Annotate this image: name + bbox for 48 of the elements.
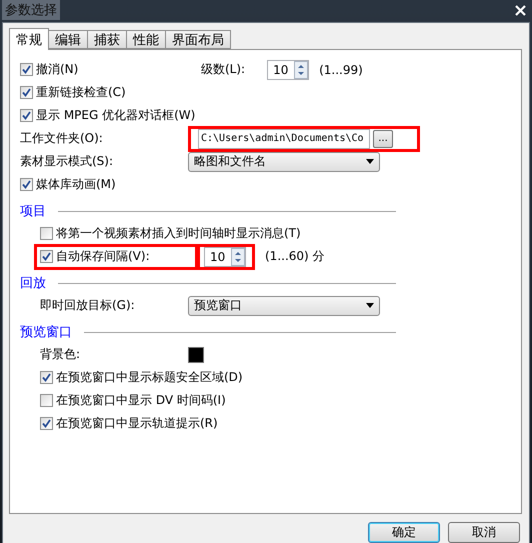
browse-button[interactable]: ... xyxy=(373,130,393,148)
tab[interactable]: 界面布局 xyxy=(165,30,231,49)
field-label: 素材显示模式(S): xyxy=(20,153,114,170)
checkbox-label: 媒体库动画(M) xyxy=(36,176,116,193)
range-label: (1...60) 分 xyxy=(265,248,325,265)
checkbox[interactable] xyxy=(20,178,33,191)
dropdown[interactable]: 略图和文件名 xyxy=(188,152,380,172)
tab[interactable]: 常规 xyxy=(9,28,49,50)
checkbox[interactable] xyxy=(40,394,53,407)
field-label: 工作文件夹(O): xyxy=(20,130,103,147)
tab[interactable]: 捕获 xyxy=(87,30,127,49)
checkbox-label: 在预览窗口中显示 DV 时间码(I) xyxy=(56,392,226,409)
number-field[interactable]: 10 xyxy=(267,60,310,80)
section-title: 预览窗口 xyxy=(20,324,72,341)
checkbox[interactable] xyxy=(40,227,53,240)
tab[interactable]: 性能 xyxy=(126,30,166,49)
checkbox-label: 撤消(N) xyxy=(36,61,78,78)
checkbox[interactable] xyxy=(40,371,53,384)
tab[interactable]: 编辑 xyxy=(48,30,88,49)
checkbox-label: 显示 MPEG 优化器对话框(W) xyxy=(36,107,196,124)
checkbox-label: 在预览窗口中显示轨道提示(R) xyxy=(56,415,218,432)
caret-icon xyxy=(366,303,374,308)
color-swatch[interactable] xyxy=(188,346,204,362)
checkbox-label: 重新链接检查(C) xyxy=(36,84,126,101)
checkbox[interactable] xyxy=(20,63,33,76)
range-label: (1...99) xyxy=(319,62,363,76)
section-title: 项目 xyxy=(20,203,46,220)
checkbox[interactable] xyxy=(20,86,33,99)
section-title: 回放 xyxy=(20,275,46,292)
dialog-button[interactable]: 取消 xyxy=(448,522,520,543)
close-icon[interactable] xyxy=(515,4,526,16)
checkbox-label: 在预览窗口中显示标题安全区域(D) xyxy=(56,369,243,386)
number-field[interactable]: 10 xyxy=(204,246,246,266)
dialog-button[interactable]: 确定 xyxy=(368,522,440,543)
spin-arrows-icon[interactable] xyxy=(231,248,245,266)
window-title: 参数选择 xyxy=(2,0,60,20)
checkbox-label: 将第一个视频素材插入到时间轴时显示消息(T) xyxy=(56,225,301,242)
caret-icon xyxy=(366,159,374,164)
checkbox[interactable] xyxy=(20,109,33,122)
field-label: 即时回放目标(G): xyxy=(40,297,135,314)
field-label: 背景色: xyxy=(40,346,80,363)
checkbox-label: 自动保存间隔(V): xyxy=(56,248,150,265)
checkbox[interactable] xyxy=(40,417,53,430)
field-label: 级数(L): xyxy=(201,61,246,78)
dropdown[interactable]: 预览窗口 xyxy=(188,296,380,316)
folder-path-field[interactable]: C:\Users\admin\Documents\Co xyxy=(198,128,370,148)
spin-arrows-icon[interactable] xyxy=(294,60,308,78)
checkbox[interactable] xyxy=(40,250,53,263)
